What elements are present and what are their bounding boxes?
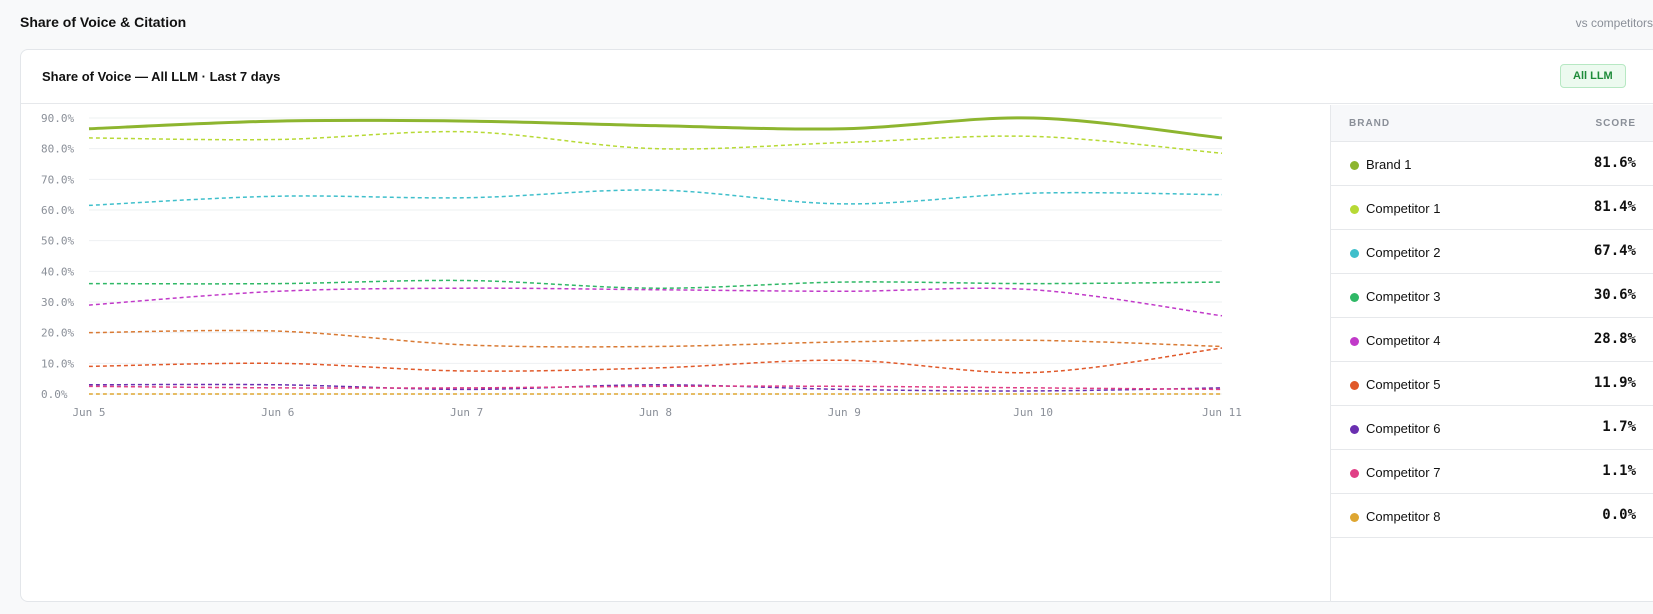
- brand-score: 28.8%: [1593, 331, 1636, 347]
- share-of-voice-card: Share of Voice — All LLM · Last 7 days A…: [20, 49, 1653, 602]
- legend-dot: [1350, 425, 1359, 434]
- x-tick-label: Jun 6: [261, 406, 294, 419]
- brand-name: Competitor 1: [1366, 201, 1441, 216]
- table-row[interactable]: Competitor 4 28.8%: [1331, 318, 1653, 362]
- x-tick-label: Jun 10: [1013, 406, 1053, 419]
- table-header: BRAND SCORE: [1331, 105, 1653, 142]
- y-tick-label: 50.0%: [41, 235, 74, 248]
- legend-dot: [1350, 161, 1359, 170]
- brand-score: 67.4%: [1593, 243, 1636, 259]
- y-tick-label: 20.0%: [41, 327, 74, 340]
- table-row[interactable]: Competitor 5 11.9%: [1331, 362, 1653, 406]
- brand-name: Competitor 3: [1366, 289, 1441, 304]
- table-row[interactable]: Competitor 8 0.0%: [1331, 494, 1653, 538]
- x-tick-label: Jun 7: [450, 406, 483, 419]
- brand-name: Competitor 6: [1366, 421, 1441, 436]
- table-row[interactable]: Competitor 1 81.4%: [1331, 186, 1653, 230]
- brand-column-header: BRAND: [1349, 118, 1391, 129]
- y-tick-label: 0.0%: [41, 388, 68, 401]
- table-row[interactable]: Brand 1 81.6%: [1331, 142, 1653, 186]
- brand-score: 1.7%: [1602, 419, 1636, 435]
- legend-dot: [1350, 513, 1359, 522]
- card-header: Share of Voice — All LLM · Last 7 days A…: [21, 50, 1653, 104]
- y-tick-label: 70.0%: [41, 173, 74, 186]
- series-line-brand-1[interactable]: [88, 116, 1223, 140]
- line-chart-svg: 0.0% 10.0% 20.0% 30.0% 40.0% 50.0% 60.0% 70.0% 8…: [41, 112, 1242, 419]
- y-tick-label: 10.0%: [41, 357, 74, 370]
- brand-score: 11.9%: [1593, 375, 1636, 391]
- series-line-competitor-3[interactable]: [88, 279, 1223, 289]
- x-tick-label: Jun 11: [1202, 406, 1242, 419]
- brand-score: 30.6%: [1593, 287, 1636, 303]
- x-tick-label: Jun 5: [72, 406, 105, 419]
- brand-score-table: BRAND SCORE Brand 1 81.6% Competitor 1 81.4…: [1330, 105, 1653, 602]
- series-line-competitor-1[interactable]: [88, 130, 1223, 155]
- score-column-header: SCORE: [1595, 118, 1636, 129]
- series-line-competitor-5[interactable]: [88, 347, 1223, 374]
- x-tick-label: Jun 8: [639, 406, 672, 419]
- brand-name: Competitor 8: [1366, 509, 1441, 524]
- brand-name: Competitor 7: [1366, 465, 1441, 480]
- y-tick-label: 90.0%: [41, 112, 74, 125]
- legend-dot: [1350, 249, 1359, 258]
- table-row[interactable]: Competitor 7 1.1%: [1331, 450, 1653, 494]
- brand-score: 1.1%: [1602, 463, 1636, 479]
- llm-filter-badge[interactable]: All LLM: [1560, 64, 1626, 88]
- table-row[interactable]: Competitor 3 30.6%: [1331, 274, 1653, 318]
- table-row[interactable]: Competitor 2 67.4%: [1331, 230, 1653, 274]
- series-line-competitor-2[interactable]: [88, 189, 1223, 207]
- brand-score: 81.6%: [1593, 155, 1636, 171]
- line-chart: 0.0% 10.0% 20.0% 30.0% 40.0% 50.0% 60.0% 70.0% 8…: [21, 105, 1330, 602]
- brand-score: 0.0%: [1602, 507, 1636, 523]
- brand-name: Competitor 2: [1366, 245, 1441, 260]
- legend-dot: [1350, 337, 1359, 346]
- brand-name: Competitor 5: [1366, 377, 1441, 392]
- brand-score: 81.4%: [1593, 199, 1636, 215]
- table-row[interactable]: Competitor 6 1.7%: [1331, 406, 1653, 450]
- section-aside: vs competitors: [1575, 16, 1653, 30]
- card-title: Share of Voice — All LLM · Last 7 days: [42, 69, 281, 84]
- y-tick-label: 30.0%: [41, 296, 74, 309]
- legend-dot: [1350, 293, 1359, 302]
- section-title: Share of Voice & Citation: [20, 14, 187, 30]
- x-tick-label: Jun 9: [828, 406, 861, 419]
- legend-dot: [1350, 205, 1359, 214]
- y-tick-label: 80.0%: [41, 143, 74, 156]
- legend-dot: [1350, 381, 1359, 390]
- brand-name: Brand 1: [1366, 157, 1412, 172]
- legend-dot: [1350, 469, 1359, 478]
- y-tick-label: 60.0%: [41, 204, 74, 217]
- y-tick-label: 40.0%: [41, 265, 74, 278]
- brand-name: Competitor 4: [1366, 333, 1441, 348]
- series-line-competitor-7[interactable]: [88, 385, 1223, 391]
